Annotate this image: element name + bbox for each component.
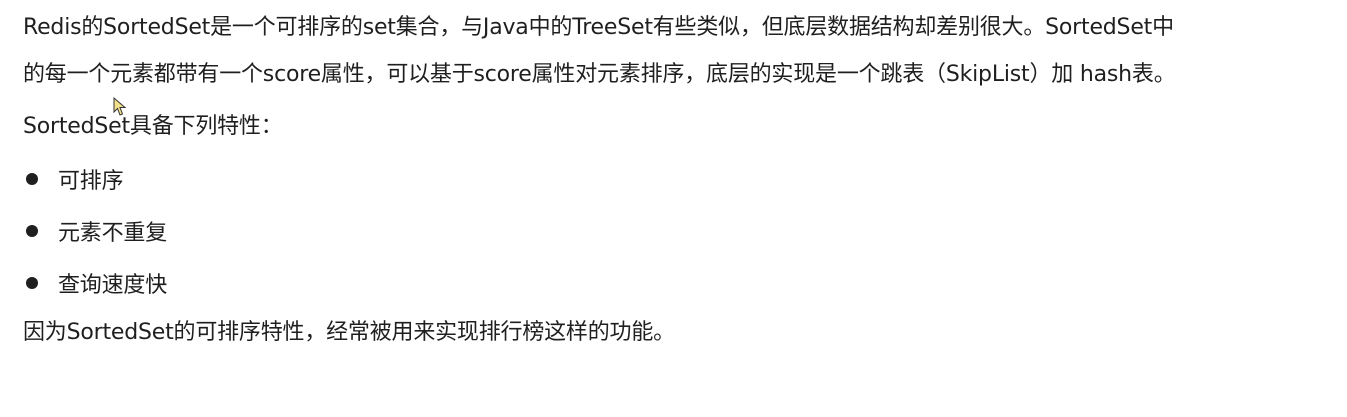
features-intro: SortedSet具备下列特性：	[23, 114, 283, 139]
intro-paragraph-line-2: 的每一个元素都带有一个score属性，可以基于score属性对元素排序，底层的实…	[23, 62, 1176, 87]
bullet-icon	[26, 277, 38, 289]
feature-label: 元素不重复	[58, 221, 168, 246]
intro-paragraph-line-1: Redis的SortedSet是一个可排序的set集合，与Java中的TreeS…	[23, 15, 1174, 40]
mouse-pointer-icon	[113, 97, 127, 116]
feature-list-item: 可排序	[23, 164, 124, 194]
feature-label: 可排序	[58, 169, 124, 194]
document-page: Redis的SortedSet是一个可排序的set集合，与Java中的TreeS…	[0, 0, 1347, 417]
feature-list-item: 查询速度快	[23, 268, 167, 298]
feature-list-item: 元素不重复	[23, 216, 167, 246]
conclusion-paragraph: 因为SortedSet的可排序特性，经常被用来实现排行榜这样的功能。	[23, 320, 675, 345]
bullet-icon	[26, 225, 38, 237]
bullet-icon	[26, 173, 38, 185]
feature-label: 查询速度快	[58, 273, 168, 298]
